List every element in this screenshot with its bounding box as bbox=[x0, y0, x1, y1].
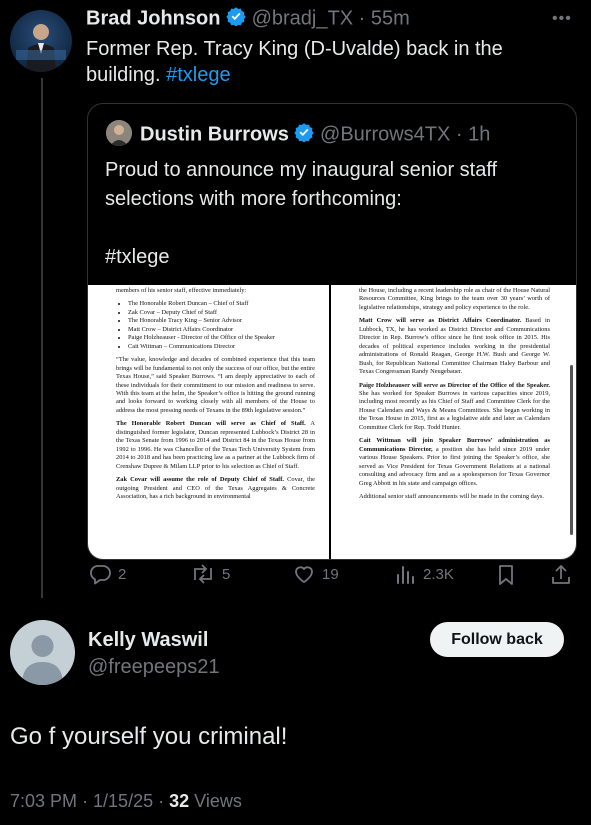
quoted-tweet-card[interactable]: Dustin Burrows @Burrows4TX · 1h Proud to… bbox=[87, 103, 577, 560]
quote-header: Dustin Burrows @Burrows4TX · 1h bbox=[140, 122, 490, 148]
tweet-text: Former Rep. Tracy King (D-Uvalde) back i… bbox=[86, 36, 566, 88]
share-button[interactable] bbox=[550, 563, 572, 592]
reply-views-count: 32 bbox=[169, 791, 190, 811]
doc-intro: members of his senior staff, effective i… bbox=[116, 287, 247, 294]
quote-hashtag: #txlege bbox=[105, 246, 170, 268]
views-action[interactable]: 2.3K bbox=[395, 562, 454, 586]
doc-staff-item: Paige Holzheauser - Director of the Offi… bbox=[128, 334, 315, 342]
doc-crow-paragraph: Matt Crow will serve as District Affairs… bbox=[359, 317, 551, 376]
thread-line bbox=[41, 78, 43, 598]
reply-meta: 7:03 PM · 1/15/25 · 32 Views bbox=[10, 791, 242, 812]
repost-action[interactable]: 5 bbox=[190, 562, 230, 586]
doc-cait-paragraph: Cait Wittman will join Speaker Burrows’ … bbox=[359, 437, 550, 487]
reply-action[interactable]: 2 bbox=[88, 562, 126, 586]
quote-text: Proud to announce my inaugural senior st… bbox=[105, 156, 545, 272]
like-count: 19 bbox=[322, 565, 339, 583]
verified-badge-icon bbox=[226, 6, 246, 32]
document-page-right[interactable]: the House, including a recent leadership… bbox=[331, 285, 576, 559]
quote-time: 1h bbox=[468, 123, 491, 146]
doc-quote-paragraph: “The value, knowledge and decades of com… bbox=[116, 356, 315, 414]
doc-staff-item: Cait Wittman – Communications Director bbox=[128, 343, 315, 351]
doc-staff-item: Matt Crow – District Affairs Coordinator bbox=[128, 326, 315, 334]
doc-staff-list: The Honorable Robert Duncan – Chief of S… bbox=[116, 300, 315, 351]
reply-avatar[interactable] bbox=[10, 620, 75, 685]
reply-author-name[interactable]: Kelly Waswil bbox=[88, 629, 208, 652]
views-chart-icon bbox=[397, 566, 414, 584]
doc-closing-paragraph: Additional senior staff announcements wi… bbox=[359, 492, 544, 500]
author-handle[interactable]: @bradj_TX bbox=[252, 7, 353, 29]
bookmark-icon bbox=[499, 565, 513, 585]
repost-count: 5 bbox=[222, 565, 231, 583]
doc-covar-paragraph: Zak Covar will assume the role of Deputy… bbox=[116, 476, 315, 500]
doc-king-paragraph: the House, including a recent leadership… bbox=[359, 287, 550, 311]
author-name[interactable]: Brad Johnson bbox=[86, 7, 220, 29]
default-avatar-icon bbox=[22, 635, 63, 685]
verified-badge-icon bbox=[294, 122, 315, 148]
doc-staff-item: Zak Covar – Deputy Chief of Staff bbox=[128, 309, 315, 317]
views-count: 2.3K bbox=[423, 565, 454, 583]
tweet-time[interactable]: 55m bbox=[371, 7, 410, 29]
share-icon bbox=[552, 565, 570, 584]
reply-icon bbox=[90, 565, 111, 585]
doc-staff-item: The Honorable Robert Duncan – Chief of S… bbox=[128, 300, 315, 308]
tweet-body: Former Rep. Tracy King (D-Uvalde) back i… bbox=[86, 38, 503, 86]
quote-author-name: Dustin Burrows bbox=[140, 123, 289, 146]
doc-duncan-paragraph: The Honorable Robert Duncan will serve a… bbox=[116, 420, 315, 470]
bookmark-button[interactable] bbox=[495, 563, 517, 592]
quote-body: Proud to announce my inaugural senior st… bbox=[105, 159, 498, 210]
reply-count: 2 bbox=[118, 565, 127, 583]
repost-icon bbox=[194, 564, 212, 584]
person-photo-icon bbox=[106, 120, 132, 146]
reply-text: Go f yourself you criminal! bbox=[10, 723, 288, 750]
reply-author-handle[interactable]: @freepeeps21 bbox=[88, 656, 220, 679]
reply-views-label: Views bbox=[194, 791, 242, 811]
hashtag-link[interactable]: #txlege bbox=[166, 64, 231, 86]
doc-paige-paragraph: Paige Holzheauser will serve as Director… bbox=[359, 381, 550, 431]
doc-staff-item: The Honorable Tracy King – Senior Adviso… bbox=[128, 317, 315, 325]
scrollbar[interactable] bbox=[570, 365, 573, 535]
reply-timestamp[interactable]: 7:03 PM · 1/15/25 · bbox=[10, 791, 169, 811]
quote-author-handle: @Burrows4TX bbox=[320, 123, 451, 146]
author-avatar[interactable] bbox=[10, 10, 72, 72]
heart-icon bbox=[295, 566, 313, 583]
tweet-header: Brad Johnson @bradj_TX · 55m bbox=[86, 6, 410, 32]
like-action[interactable]: 19 bbox=[292, 562, 339, 586]
person-photo-icon bbox=[16, 24, 66, 72]
follow-back-button[interactable]: Follow back bbox=[430, 622, 564, 657]
more-options-icon[interactable]: ••• bbox=[552, 10, 572, 28]
document-page-left[interactable]: members of his senior staff, effective i… bbox=[88, 285, 329, 559]
quote-author-avatar bbox=[106, 120, 132, 146]
